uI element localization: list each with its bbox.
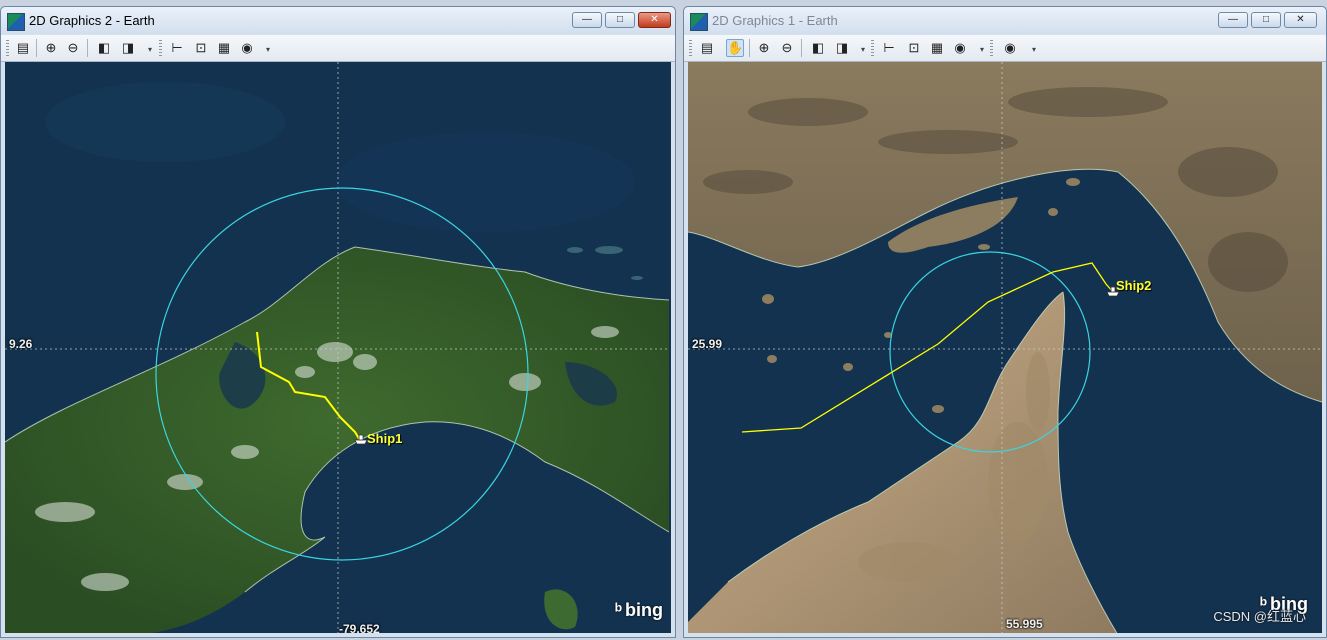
bing-logo: ᵇ bing bbox=[615, 600, 664, 620]
graphics-icon[interactable]: ▦ bbox=[928, 39, 946, 57]
ship1-label[interactable]: Ship1 bbox=[367, 431, 402, 446]
maximize-button[interactable]: □ bbox=[1251, 12, 1281, 28]
ship2-label[interactable]: Ship2 bbox=[1116, 278, 1151, 293]
map-window-left[interactable]: 2D Graphics 2 - Earth — □ ✕ ▤ ⊕ ⊖ ◧ ◨ ▾ … bbox=[0, 6, 676, 638]
toolbar-dropdown-icon[interactable]: ▾ bbox=[859, 39, 867, 57]
toolbar-grip[interactable] bbox=[159, 40, 162, 56]
toolbar-grip[interactable] bbox=[990, 40, 993, 56]
title-bar[interactable]: 2D Graphics 2 - Earth — □ ✕ bbox=[1, 7, 675, 34]
close-button[interactable]: ✕ bbox=[638, 12, 671, 28]
toolbar-grip[interactable] bbox=[871, 40, 874, 56]
toolbar-separator bbox=[749, 39, 750, 57]
pan-icon[interactable]: ✋ bbox=[726, 39, 744, 57]
properties-icon[interactable]: ▤ bbox=[698, 39, 716, 57]
map-window-right[interactable]: 2D Graphics 1 - Earth — □ ✕ ▤ ✋ ⊕ ⊖ ◧ ◨ … bbox=[683, 6, 1327, 638]
csdn-watermark: CSDN @红蓝心 bbox=[1213, 609, 1306, 624]
latitude-readout: 9.26 bbox=[9, 337, 33, 351]
satellite-imagery bbox=[688, 62, 1322, 633]
minimize-button[interactable]: — bbox=[1218, 12, 1248, 28]
zoom-out-icon[interactable]: ⊖ bbox=[64, 39, 82, 57]
stk-app-icon bbox=[7, 13, 25, 31]
maximize-button[interactable]: □ bbox=[605, 12, 635, 28]
toolbar-separator bbox=[36, 39, 37, 57]
longitude-readout: -79.652 bbox=[339, 622, 380, 633]
satellite-imagery bbox=[5, 62, 669, 633]
map-toolbar: ▤ ✋ ⊕ ⊖ ◧ ◨ ▾ ⊢ ⊡ ▦ ◉ ▾ ◉ ▾ bbox=[684, 35, 1326, 62]
toolbar-grip[interactable] bbox=[6, 40, 9, 56]
save-image-icon[interactable]: ◧ bbox=[809, 39, 827, 57]
map-view[interactable]: 9.26 -79.652 Ship1 ᵇ bing bbox=[5, 62, 671, 633]
title-bar[interactable]: 2D Graphics 1 - Earth — □ ✕ bbox=[684, 7, 1326, 34]
zoom-in-icon[interactable]: ⊕ bbox=[42, 39, 60, 57]
toolbar-dropdown-icon[interactable]: ▾ bbox=[1030, 39, 1038, 57]
map-view[interactable]: 25.99 55.995 Ship2 ᵇ bing CSDN @红蓝心 bbox=[688, 62, 1322, 633]
scale-icon[interactable]: ⊡ bbox=[905, 39, 923, 57]
globe-icon[interactable]: ◉ bbox=[238, 39, 256, 57]
properties-icon[interactable]: ▤ bbox=[14, 39, 32, 57]
window-title: 2D Graphics 1 - Earth bbox=[712, 13, 838, 28]
toolbar-separator bbox=[801, 39, 802, 57]
toolbar-dropdown-icon[interactable]: ▾ bbox=[146, 39, 154, 57]
snapshot-icon[interactable]: ◨ bbox=[833, 39, 851, 57]
toolbar-dropdown-icon[interactable]: ▾ bbox=[264, 39, 272, 57]
zoom-out-icon[interactable]: ⊖ bbox=[778, 39, 796, 57]
globe-icon[interactable]: ◉ bbox=[951, 39, 969, 57]
measure-icon[interactable]: ⊢ bbox=[880, 39, 898, 57]
zoom-in-icon[interactable]: ⊕ bbox=[755, 39, 773, 57]
save-image-icon[interactable]: ◧ bbox=[95, 39, 113, 57]
longitude-readout: 55.995 bbox=[1006, 617, 1043, 631]
close-button[interactable]: ✕ bbox=[1284, 12, 1317, 28]
window-title: 2D Graphics 2 - Earth bbox=[29, 13, 155, 28]
latitude-readout: 25.99 bbox=[692, 337, 723, 351]
snapshot-icon[interactable]: ◨ bbox=[119, 39, 137, 57]
graphics-icon[interactable]: ▦ bbox=[215, 39, 233, 57]
scale-icon[interactable]: ⊡ bbox=[192, 39, 210, 57]
toolbar-separator bbox=[87, 39, 88, 57]
map-toolbar: ▤ ⊕ ⊖ ◧ ◨ ▾ ⊢ ⊡ ▦ ◉ ▾ bbox=[1, 35, 675, 62]
measure-icon[interactable]: ⊢ bbox=[168, 39, 186, 57]
toolbar-grip[interactable] bbox=[689, 40, 692, 56]
minimize-button[interactable]: — bbox=[572, 12, 602, 28]
toolbar-dropdown-icon[interactable]: ▾ bbox=[978, 39, 986, 57]
stk-app-icon bbox=[690, 13, 708, 31]
globe-icon[interactable]: ◉ bbox=[1001, 39, 1019, 57]
